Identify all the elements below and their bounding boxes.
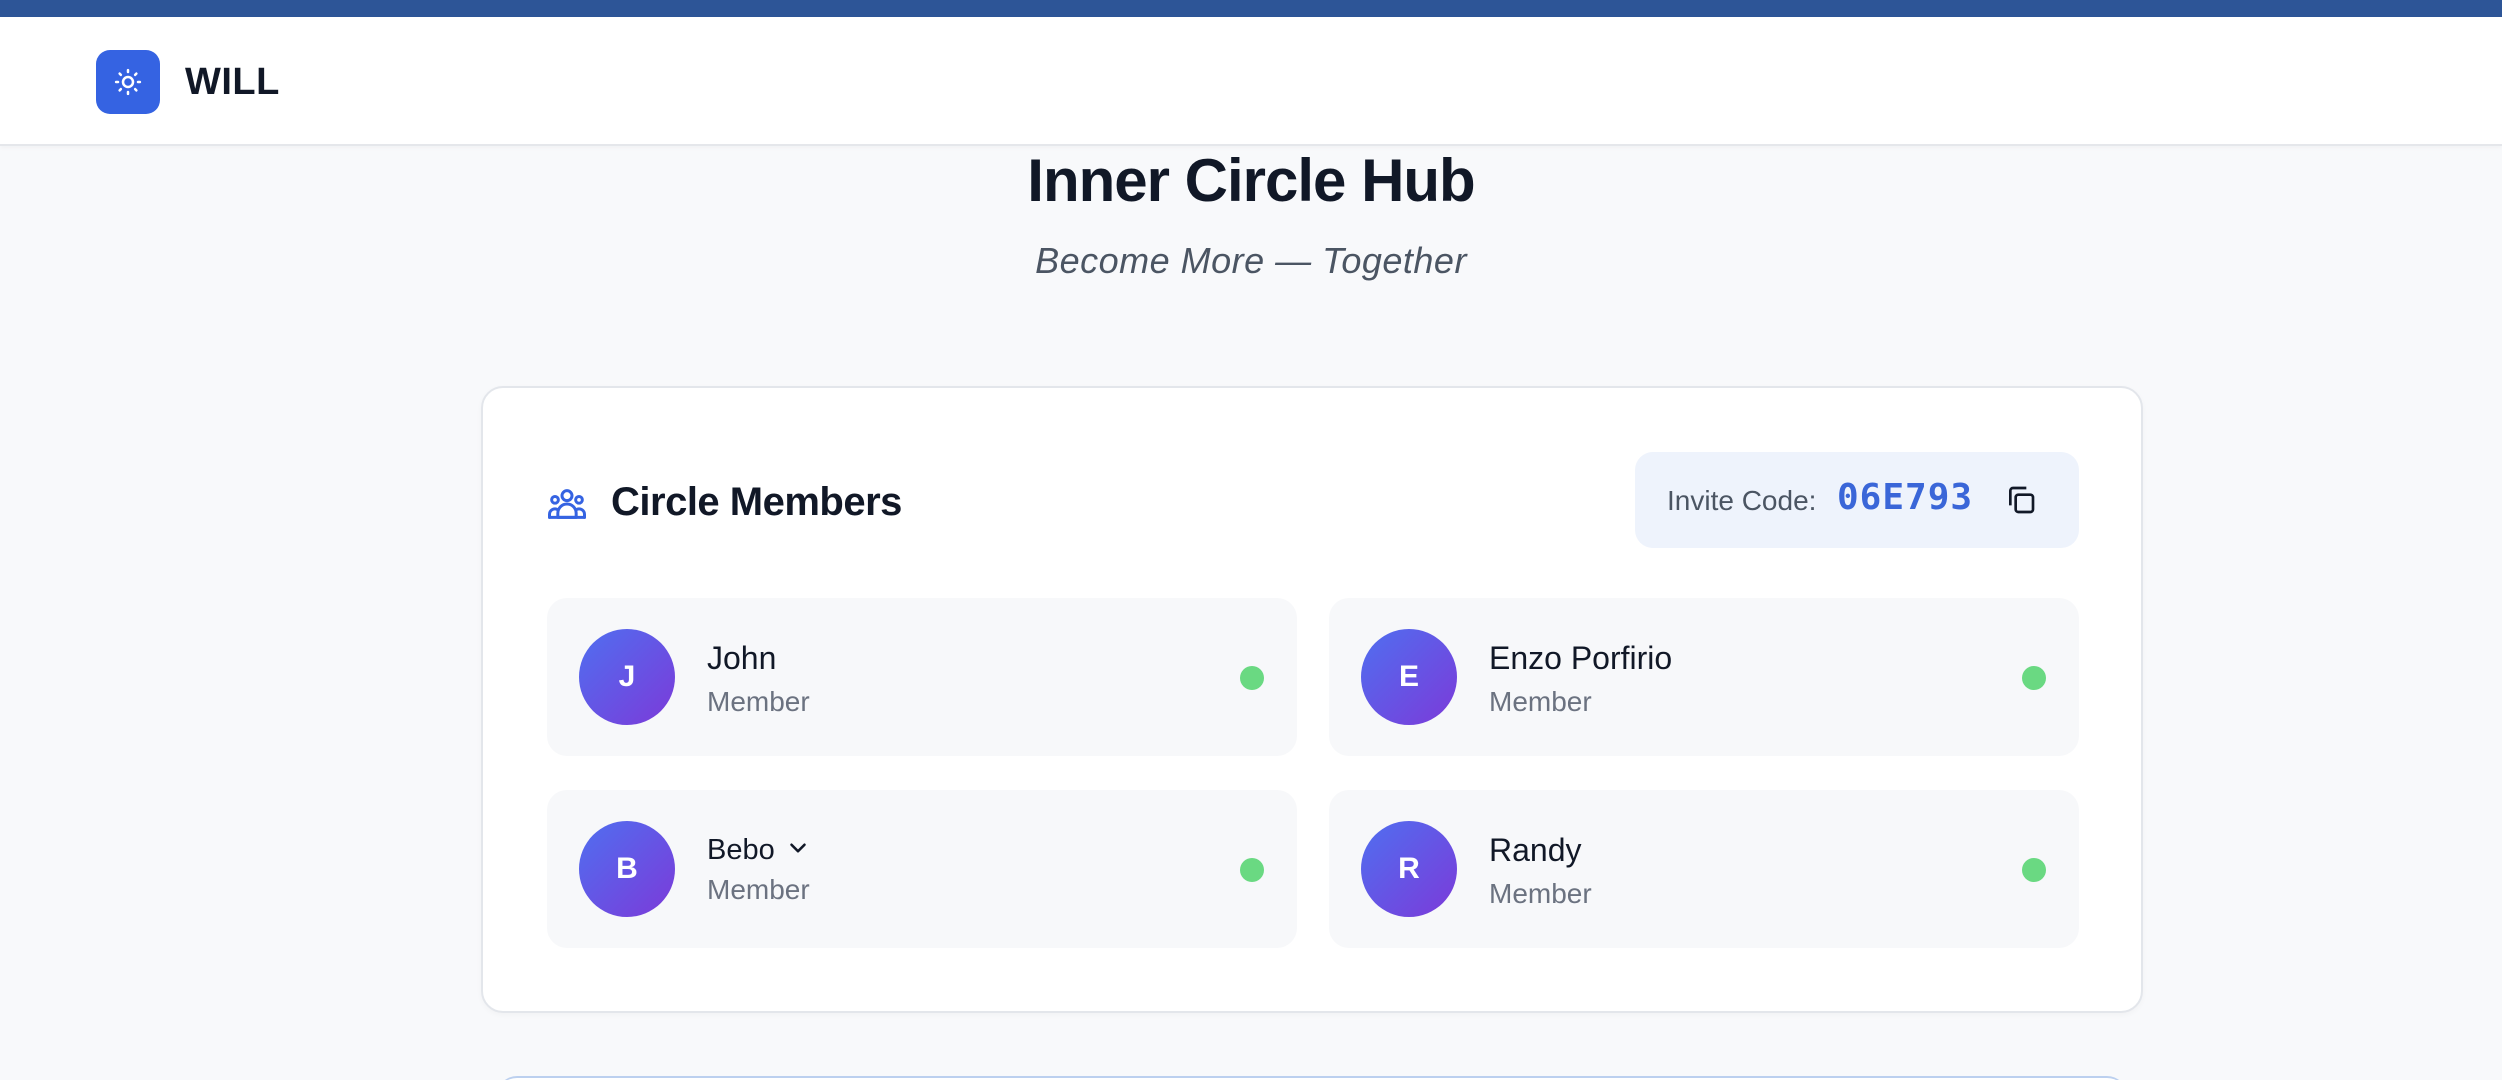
avatar: R: [1361, 821, 1457, 917]
users-group-icon: [548, 489, 586, 519]
member-card[interactable]: J John Member: [547, 598, 1297, 756]
member-name: John: [707, 640, 777, 676]
member-name: Bebo: [707, 834, 775, 866]
member-role: Member: [707, 874, 810, 905]
member-card[interactable]: E Enzo Porfirio Member: [1329, 598, 2079, 756]
card-title: Circle Members: [611, 480, 902, 524]
chevron-down-icon: [789, 843, 806, 853]
invite-code-value[interactable]: 06E793: [1837, 477, 1973, 518]
online-status-dot: [2022, 858, 2046, 882]
page-subtitle: Become More — Together: [1035, 240, 1467, 281]
online-status-dot: [1240, 666, 1264, 690]
invite-code-label: Invite Code:: [1667, 485, 1817, 516]
member-card[interactable]: R Randy Member: [1329, 790, 2079, 948]
top-strip: [0, 0, 2502, 17]
sun-icon: [114, 68, 142, 96]
avatar: B: [579, 821, 675, 917]
online-status-dot: [2022, 666, 2046, 690]
online-status-dot: [1240, 858, 1264, 882]
member-name: Randy: [1489, 832, 1582, 868]
member-name-dropdown[interactable]: Bebo: [707, 834, 811, 867]
brand-name[interactable]: WILL: [185, 61, 280, 104]
logo[interactable]: [96, 50, 160, 114]
next-section-card: [497, 1076, 2127, 1080]
avatar: E: [1361, 629, 1457, 725]
copy-icon: [2009, 486, 2035, 514]
app-header: WILL: [0, 17, 2502, 146]
avatar: J: [579, 629, 675, 725]
member-name: Enzo Porfirio: [1489, 640, 1673, 676]
member-role: Member: [707, 686, 810, 717]
member-role: Member: [1489, 878, 1592, 909]
member-card[interactable]: B Bebo Member: [547, 790, 1297, 948]
copy-invite-code-button[interactable]: [2001, 480, 2041, 520]
member-role: Member: [1489, 686, 1592, 717]
circle-members-card: Circle Members Invite Code: 06E793 J Joh…: [481, 386, 2143, 1013]
invite-code-panel: Invite Code: 06E793: [1635, 452, 2079, 548]
page-title: Inner Circle Hub: [1027, 147, 1475, 214]
